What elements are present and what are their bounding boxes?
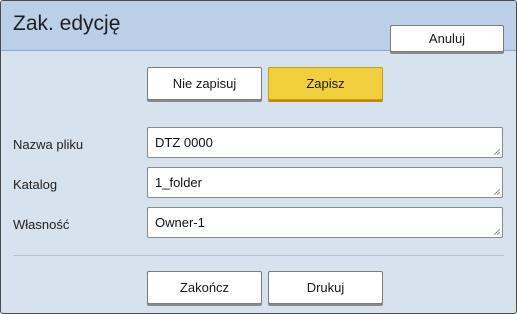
divider xyxy=(13,255,504,256)
finish-button[interactable]: Zakończ xyxy=(147,271,262,304)
dont-save-button[interactable]: Nie zapisuj xyxy=(147,67,262,100)
owner-label: Własność xyxy=(13,217,70,232)
folder-value: 1_folder xyxy=(155,175,202,190)
filename-field[interactable]: DTZ 0000 xyxy=(147,127,503,158)
owner-value: Owner-1 xyxy=(155,215,205,230)
print-button[interactable]: Drukuj xyxy=(268,271,383,304)
dialog-title: Zak. edycję xyxy=(13,12,121,35)
resize-grip-icon xyxy=(494,149,500,155)
owner-field[interactable]: Owner-1 xyxy=(147,207,503,238)
save-button[interactable]: Zapisz xyxy=(268,67,383,100)
folder-label: Katalog xyxy=(13,177,58,192)
cancel-button[interactable]: Anuluj xyxy=(390,25,504,52)
finish-edit-dialog: Zak. edycję Anuluj Nie zapisuj Zapisz Na… xyxy=(0,0,517,314)
resize-grip-icon xyxy=(494,189,500,195)
resize-grip-icon xyxy=(494,229,500,235)
filename-label: Nazwa pliku xyxy=(13,137,84,152)
folder-field[interactable]: 1_folder xyxy=(147,167,503,198)
filename-value: DTZ 0000 xyxy=(155,135,213,150)
